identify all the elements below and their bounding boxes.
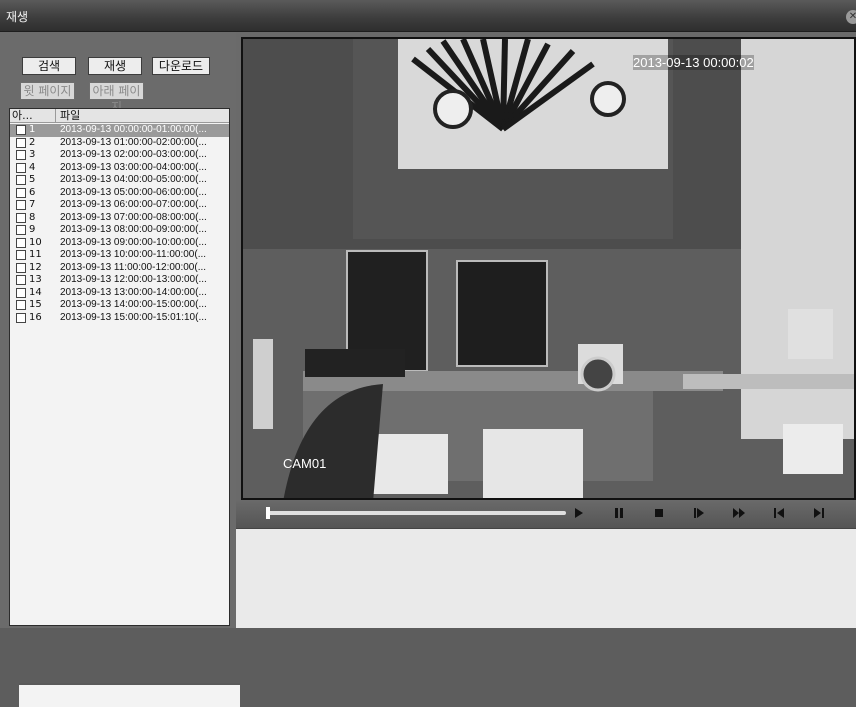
row-filename: 2013-09-13 15:00:00-15:01:10(... — [60, 311, 207, 323]
row-number: 5 — [29, 174, 36, 185]
row-number: 7 — [29, 199, 36, 210]
camera-image — [243, 39, 854, 498]
file-list-row[interactable]: 10 2013-09-13 09:00:00-10:00:00(... — [10, 237, 229, 250]
row-checkbox[interactable] — [16, 212, 26, 223]
row-checkbox[interactable] — [16, 312, 26, 323]
row-filename: 2013-09-13 12:00:00-13:00:00(... — [60, 274, 207, 285]
next-frame-icon[interactable] — [807, 507, 831, 521]
file-list-row[interactable]: 6 2013-09-13 05:00:00-06:00:00(... — [10, 187, 229, 200]
file-list-row[interactable]: 1 2013-09-13 00:00:00-01:00:00(... — [10, 124, 229, 137]
row-checkbox[interactable] — [16, 175, 26, 185]
row-filename: 2013-09-13 04:00:00-05:00:00(... — [60, 174, 207, 185]
row-checkbox[interactable] — [16, 275, 26, 285]
row-checkbox[interactable] — [16, 187, 26, 198]
file-list-row[interactable]: 11 2013-09-13 10:00:00-11:00:00(... — [10, 249, 229, 262]
row-checkbox[interactable] — [16, 287, 26, 298]
row-filename: 2013-09-13 05:00:00-06:00:00(... — [60, 186, 207, 198]
row-checkbox[interactable] — [16, 225, 26, 235]
file-list-row[interactable]: 14 2013-09-13 13:00:00-14:00:00(... — [10, 287, 229, 300]
row-filename: 2013-09-13 11:00:00-12:00:00(... — [60, 261, 207, 273]
file-list-row[interactable]: 7 2013-09-13 06:00:00-07:00:00(... — [10, 199, 229, 212]
file-list-header: 아... 파일 — [10, 109, 229, 123]
file-list-row[interactable]: 12 2013-09-13 11:00:00-12:00:00(... — [10, 262, 229, 275]
list-status-area — [19, 683, 240, 707]
row-checkbox[interactable] — [16, 300, 26, 310]
prev-frame-icon[interactable] — [767, 507, 791, 521]
row-number: 11 — [29, 249, 42, 260]
row-number: 6 — [29, 186, 36, 198]
row-filename: 2013-09-13 01:00:00-02:00:00(... — [60, 136, 207, 148]
stop-icon[interactable] — [647, 507, 671, 521]
row-filename: 2013-09-13 07:00:00-08:00:00(... — [60, 211, 207, 223]
fast-forward-icon[interactable] — [727, 507, 751, 521]
row-checkbox[interactable] — [16, 237, 26, 248]
row-filename: 2013-09-13 03:00:00-04:00:00(... — [60, 161, 207, 173]
column-header-no[interactable]: 아... — [12, 109, 56, 122]
play-icon[interactable] — [567, 507, 591, 521]
file-list-row[interactable]: 4 2013-09-13 03:00:00-04:00:00(... — [10, 162, 229, 175]
file-list-row[interactable]: 3 2013-09-13 02:00:00-03:00:00(... — [10, 149, 229, 162]
file-list-row[interactable]: 8 2013-09-13 07:00:00-08:00:00(... — [10, 212, 229, 225]
column-header-file[interactable]: 파일 — [60, 109, 80, 122]
row-checkbox[interactable] — [16, 200, 26, 210]
row-filename: 2013-09-13 06:00:00-07:00:00(... — [60, 199, 207, 210]
video-view[interactable]: 2013-09-13 00:00:02 CAM01 — [241, 37, 856, 500]
row-number: 2 — [29, 136, 36, 148]
row-checkbox[interactable] — [16, 137, 26, 148]
row-checkbox[interactable] — [16, 250, 26, 260]
file-list-row[interactable]: 16 2013-09-13 15:00:00-15:01:10(... — [10, 312, 229, 325]
slow-icon[interactable] — [687, 507, 711, 521]
file-list-row[interactable]: 2 2013-09-13 01:00:00-02:00:00(... — [10, 137, 229, 150]
row-number: 10 — [29, 236, 42, 248]
info-panel — [236, 528, 856, 628]
file-list: 아... 파일 1 2013-09-13 00:00:00-01:00:00(..… — [9, 108, 240, 707]
next-page-button[interactable]: 아래 페이지 — [89, 82, 144, 114]
camera-label: CAM01 — [283, 456, 327, 471]
row-filename: 2013-09-13 10:00:00-11:00:00(... — [60, 249, 207, 260]
left-panel: 검색 재생 다운로드 윗 페이지 아래 페이지 아... 파일 1 2013-09… — [0, 32, 240, 707]
file-list-row[interactable]: 5 2013-09-13 04:00:00-05:00:00(... — [10, 174, 229, 187]
row-number: 8 — [29, 211, 36, 223]
search-button[interactable]: 검색 — [22, 57, 76, 75]
row-filename: 2013-09-13 02:00:00-03:00:00(... — [60, 149, 207, 160]
row-checkbox[interactable] — [16, 262, 26, 273]
row-filename: 2013-09-13 13:00:00-14:00:00(... — [60, 286, 207, 298]
pause-icon[interactable] — [607, 507, 631, 521]
seek-bar[interactable] — [266, 511, 566, 515]
row-number: 4 — [29, 161, 36, 173]
row-filename: 2013-09-13 14:00:00-15:00:00(... — [60, 299, 207, 310]
file-list-row[interactable]: 15 2013-09-13 14:00:00-15:00:00(... — [10, 299, 229, 312]
playback-window: 재생 ✕ 검색 재생 다운로드 윗 페이지 아래 페이지 아... 파일 1 20… — [0, 0, 856, 707]
video-timestamp: 2013-09-13 00:00:02 — [633, 55, 754, 70]
download-button[interactable]: 다운로드 — [152, 57, 210, 75]
row-number: 9 — [29, 224, 36, 235]
row-checkbox[interactable] — [16, 150, 26, 160]
row-number: 12 — [29, 261, 42, 273]
row-filename: 2013-09-13 00:00:00-01:00:00(... — [60, 124, 207, 135]
row-checkbox[interactable] — [16, 125, 26, 135]
prev-page-button[interactable]: 윗 페이지 — [20, 82, 75, 100]
row-filename: 2013-09-13 08:00:00-09:00:00(... — [60, 224, 207, 235]
seek-thumb[interactable] — [266, 507, 270, 519]
close-icon[interactable]: ✕ — [846, 10, 856, 24]
row-filename: 2013-09-13 09:00:00-10:00:00(... — [60, 236, 207, 248]
file-rows: 1 2013-09-13 00:00:00-01:00:00(... 2 2013-0… — [10, 124, 229, 324]
play-button[interactable]: 재생 — [88, 57, 142, 75]
row-number: 15 — [29, 299, 42, 310]
playback-controls — [236, 500, 856, 528]
row-number: 1 — [29, 124, 36, 135]
file-list-row[interactable]: 9 2013-09-13 08:00:00-09:00:00(... — [10, 224, 229, 237]
row-number: 3 — [29, 149, 36, 160]
file-list-row[interactable]: 13 2013-09-13 12:00:00-13:00:00(... — [10, 274, 229, 287]
row-checkbox[interactable] — [16, 162, 26, 173]
row-number: 13 — [29, 274, 42, 285]
title-bar: 재생 ✕ — [0, 0, 856, 32]
window-title: 재생 — [6, 10, 29, 24]
row-number: 16 — [29, 311, 42, 323]
row-number: 14 — [29, 286, 42, 298]
